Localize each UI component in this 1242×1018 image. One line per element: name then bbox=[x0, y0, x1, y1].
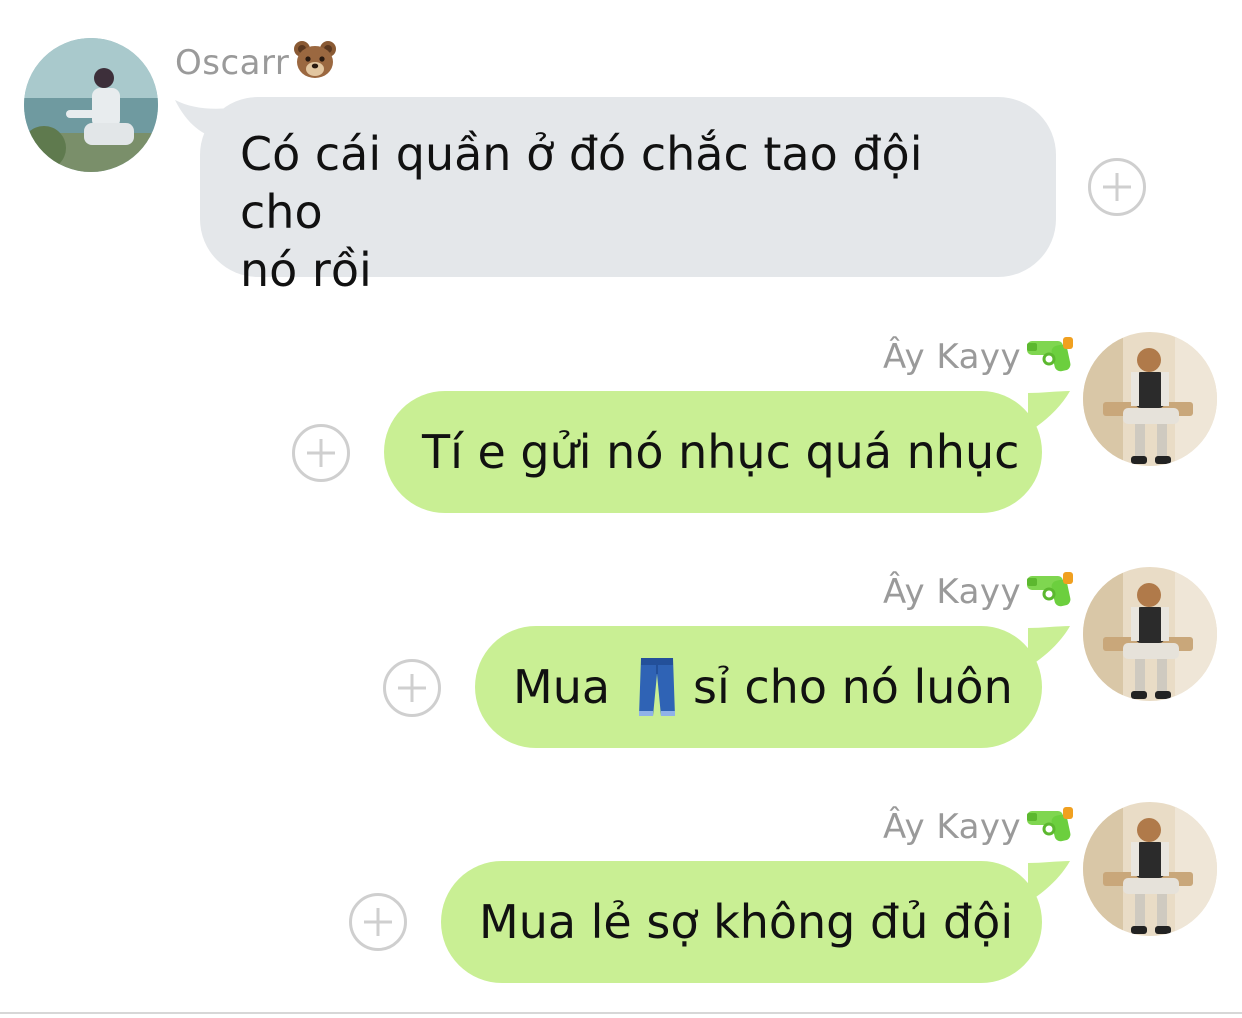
add-reaction-button[interactable] bbox=[349, 893, 407, 951]
sender-name-oscarr: Oscarr bbox=[175, 40, 337, 89]
add-reaction-button[interactable] bbox=[1088, 158, 1146, 216]
bear-face-icon bbox=[293, 40, 337, 89]
water-pistol-icon bbox=[1025, 805, 1075, 852]
message-bubble-outgoing[interactable]: Mua lẻ sợ không đủ đội bbox=[441, 861, 1042, 983]
water-pistol-icon bbox=[1025, 335, 1075, 382]
message-text: Tí e gửi nó nhục quá nhục bbox=[422, 425, 1020, 479]
message-text-line-1: Có cái quần ở đó chắc tao đội cho bbox=[240, 127, 923, 239]
add-reaction-button[interactable] bbox=[292, 424, 350, 482]
message-bubble-outgoing[interactable]: Mua sỉ cho nó luôn bbox=[475, 626, 1042, 748]
water-pistol-icon bbox=[1025, 570, 1075, 617]
message-bubble-incoming[interactable]: Có cái quần ở đó chắc tao đội cho nó rồi bbox=[200, 97, 1056, 297]
bubble-tail-outgoing bbox=[1028, 626, 1070, 662]
bottom-divider bbox=[0, 1012, 1242, 1014]
add-reaction-button[interactable] bbox=[383, 659, 441, 717]
jeans-icon bbox=[635, 656, 679, 731]
avatar-ay-kayy[interactable] bbox=[1083, 802, 1217, 936]
avatar-ay-kayy[interactable] bbox=[1083, 567, 1217, 701]
sender-name-ay-kayy: Ây Kayy bbox=[883, 805, 1075, 852]
message-text-after-emoji: sỉ cho nó luôn bbox=[693, 660, 1013, 714]
sender-name-ay-kayy: Ây Kayy bbox=[883, 570, 1075, 617]
sender-name-ay-kayy: Ây Kayy bbox=[883, 335, 1075, 382]
bubble-tail-outgoing bbox=[1028, 861, 1070, 897]
message-text-line-2: nó rồi bbox=[240, 243, 372, 297]
avatar-ay-kayy[interactable] bbox=[1083, 332, 1217, 466]
message-text-before-emoji: Mua bbox=[513, 660, 611, 714]
avatar-oscarr[interactable] bbox=[24, 38, 158, 172]
message-text: Mua lẻ sợ không đủ đội bbox=[479, 895, 1014, 949]
bubble-tail-outgoing bbox=[1028, 391, 1070, 427]
message-bubble-outgoing[interactable]: Tí e gửi nó nhục quá nhục bbox=[384, 391, 1042, 513]
